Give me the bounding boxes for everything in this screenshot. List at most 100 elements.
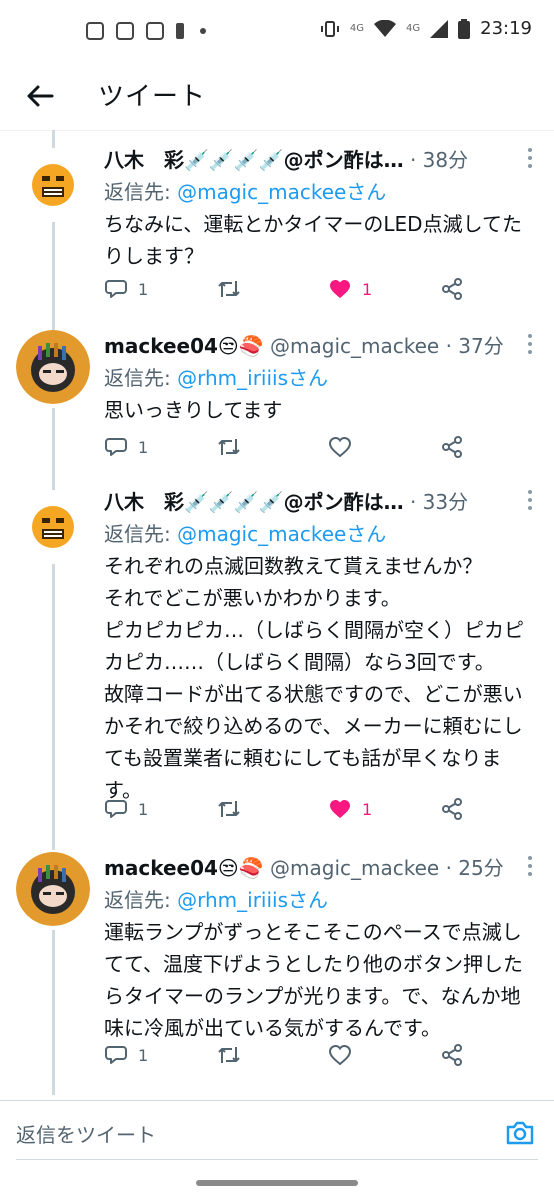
retweet-button[interactable] — [216, 274, 252, 304]
instagram-icon — [146, 22, 164, 40]
like-icon — [328, 1044, 352, 1066]
reply-count: 1 — [138, 437, 149, 457]
reply-icon — [105, 280, 127, 298]
reply-count: 1 — [138, 1045, 149, 1065]
timestamp[interactable]: · 25分 — [439, 856, 504, 880]
vibrate-icon — [320, 20, 339, 37]
reply-button[interactable]: 1 — [104, 274, 148, 304]
tweet-text: 運転ランプがずっとそこそこのペースで点滅してて、温度下げようとしたり他のボタン押… — [104, 920, 523, 1040]
share-icon — [442, 278, 462, 300]
clock: 23:19 — [480, 18, 532, 39]
display-name[interactable]: mackee04😒🍣 — [104, 334, 264, 358]
like-icon — [330, 800, 350, 818]
tweet-actions: 1 1 — [104, 794, 504, 824]
avatar[interactable] — [16, 330, 90, 404]
share-button[interactable] — [440, 274, 464, 304]
display-name[interactable]: mackee04😒🍣 — [104, 856, 264, 880]
share-icon — [442, 798, 462, 820]
like-button[interactable]: 1 — [328, 794, 372, 824]
reply-prefix: 返信先: — [104, 366, 178, 390]
reply-compose-bar: 返信をツイート — [0, 1100, 554, 1167]
reply-prefix: 返信先: — [104, 522, 178, 546]
retweet-button[interactable] — [216, 794, 252, 824]
avatar[interactable] — [16, 490, 90, 564]
display-name[interactable]: 八木 彩💉💉💉💉@ポン酢は… — [104, 148, 404, 172]
tweet-author[interactable]: mackee04😒🍣 @magic_mackee · 37分 — [104, 330, 524, 360]
reply-to-link[interactable]: @rhm_iriiisさん — [177, 366, 328, 390]
system-icons: 4G 4G 23:19 — [320, 18, 532, 39]
tweet-text: ちなみに、運転とかタイマーのLED点滅してたりします？ — [104, 212, 522, 268]
tweet[interactable]: 八木 彩💉💉💉💉@ポン酢は… · 33分 返信先: @magic_mackeeさ… — [0, 486, 554, 836]
retweet-icon — [218, 439, 240, 455]
reply-to: 返信先: @magic_mackeeさん — [104, 518, 386, 547]
reply-prefix: 返信先: — [104, 180, 178, 204]
home-indicator[interactable] — [196, 1180, 358, 1186]
network-type-2: 4G — [406, 23, 421, 34]
reply-button[interactable]: 1 — [104, 432, 148, 462]
avatar[interactable] — [16, 148, 90, 222]
more-icon[interactable] — [528, 490, 532, 514]
reply-button[interactable]: 1 — [104, 1040, 148, 1070]
battery-icon — [458, 18, 471, 39]
share-icon — [442, 436, 462, 458]
reply-to-link[interactable]: @magic_mackeeさん — [177, 522, 386, 546]
tweet-actions: 1 — [104, 1040, 504, 1070]
reply-icon — [105, 1046, 127, 1064]
reply-to: 返信先: @rhm_iriiisさん — [104, 884, 328, 913]
reply-to: 返信先: @magic_mackeeさん — [104, 176, 386, 205]
reply-to-link[interactable]: @magic_mackeeさん — [177, 180, 386, 204]
like-count: 1 — [362, 799, 373, 819]
reply-input[interactable]: 返信をツイート — [16, 1119, 156, 1148]
retweet-button[interactable] — [216, 1040, 252, 1070]
tweet[interactable]: 八木 彩💉💉💉💉@ポン酢は… · 38分 返信先: @magic_mackeeさ… — [0, 144, 554, 320]
like-button[interactable] — [328, 432, 362, 462]
share-button[interactable] — [440, 794, 464, 824]
more-icon[interactable] — [528, 148, 532, 172]
display-name[interactable]: 八木 彩💉💉💉💉@ポン酢は… — [104, 490, 404, 514]
retweet-button[interactable] — [216, 432, 252, 462]
like-icon — [328, 436, 352, 458]
share-button[interactable] — [440, 432, 464, 462]
like-icon — [330, 280, 350, 298]
notification-icons — [86, 22, 206, 40]
status-bar: 4G 4G 23:19 — [0, 0, 554, 64]
tweet-text: それぞれの点滅回数教えて貰えませんか？ それでどこが悪いかわかります。 ピカピカ… — [104, 554, 524, 802]
tweet-author[interactable]: mackee04😒🍣 @magic_mackee · 25分 — [104, 852, 524, 882]
network-type: 4G — [349, 23, 364, 34]
wifi-icon — [374, 19, 396, 37]
more-icon[interactable] — [528, 334, 532, 358]
like-count: 1 — [362, 279, 373, 299]
camera-icon[interactable] — [504, 1117, 536, 1149]
tweet-actions: 1 — [104, 432, 504, 462]
phone-app-icon — [116, 22, 134, 40]
timestamp[interactable]: · 33分 — [410, 490, 468, 514]
timestamp[interactable]: · 38分 — [410, 148, 468, 172]
reply-count: 1 — [138, 799, 149, 819]
reply-to: 返信先: @rhm_iriiisさん — [104, 362, 328, 391]
handle[interactable]: @magic_mackee — [270, 856, 439, 880]
tweet[interactable]: mackee04😒🍣 @magic_mackee · 37分 返信先: @rhm… — [0, 330, 554, 470]
tweet-author[interactable]: 八木 彩💉💉💉💉@ポン酢は… · 33分 — [104, 486, 524, 516]
share-button[interactable] — [440, 1040, 464, 1070]
battery-notification-icon — [176, 23, 184, 39]
input-underline — [16, 1159, 538, 1160]
reply-prefix: 返信先: — [104, 888, 178, 912]
reply-count: 1 — [138, 279, 149, 299]
more-notifications-dot — [200, 28, 206, 34]
reply-icon — [105, 438, 127, 456]
tweet-author[interactable]: 八木 彩💉💉💉💉@ポン酢は… · 38分 — [104, 144, 524, 174]
like-button[interactable] — [328, 1040, 362, 1070]
reply-to-link[interactable]: @rhm_iriiisさん — [177, 888, 328, 912]
timestamp[interactable]: · 37分 — [439, 334, 504, 358]
reply-button[interactable]: 1 — [104, 794, 148, 824]
retweet-icon — [218, 801, 240, 817]
back-arrow-icon[interactable] — [22, 78, 58, 114]
tweet-actions: 1 1 — [104, 274, 504, 304]
page-title: ツイート — [98, 82, 207, 112]
more-icon[interactable] — [528, 856, 532, 880]
like-button[interactable]: 1 — [328, 274, 372, 304]
handle[interactable]: @magic_mackee — [270, 334, 439, 358]
tweet[interactable]: mackee04😒🍣 @magic_mackee · 25分 返信先: @rhm… — [0, 852, 554, 1077]
avatar[interactable] — [16, 852, 90, 926]
share-icon — [442, 1044, 462, 1066]
